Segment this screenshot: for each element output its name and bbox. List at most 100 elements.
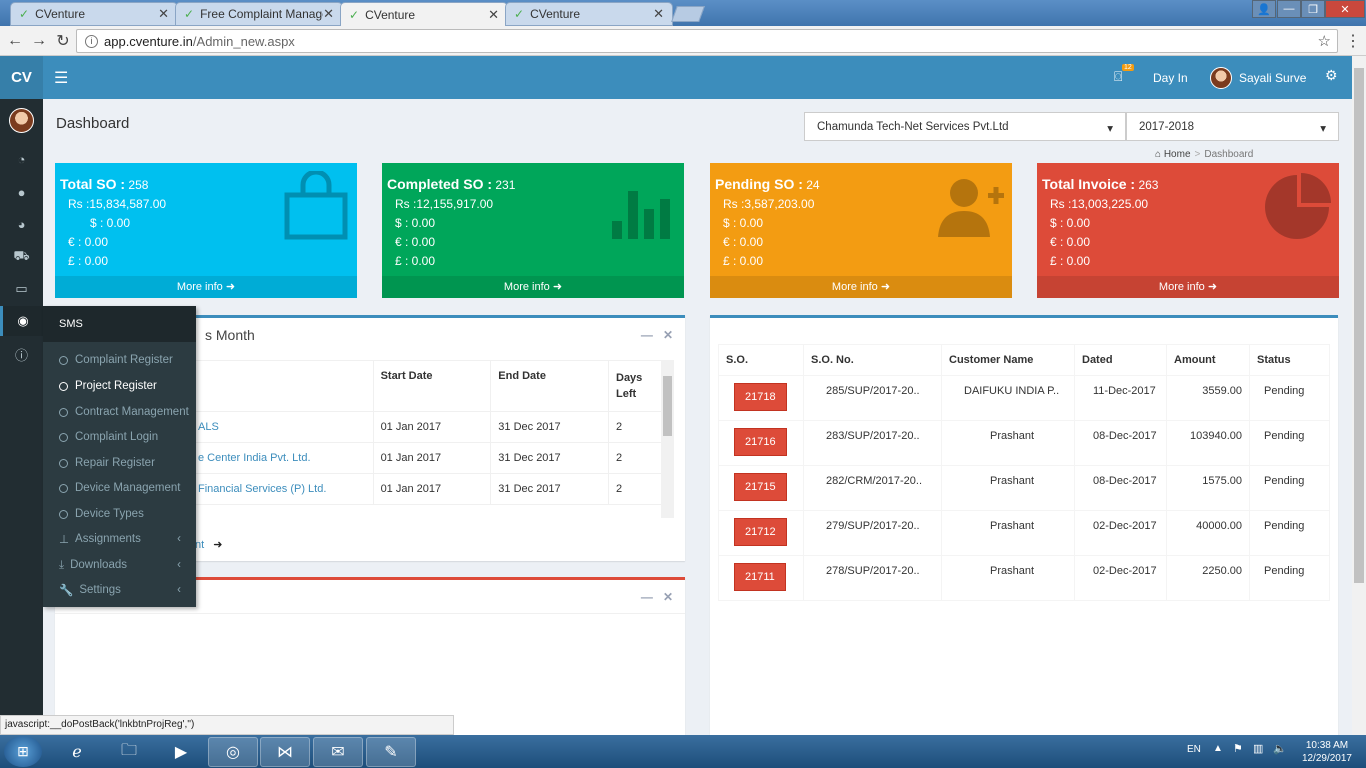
chevron-left-icon: ‹: [177, 584, 181, 596]
box-eur: € : 0.00: [68, 235, 109, 249]
maximize-icon[interactable]: ❐: [1301, 0, 1325, 18]
so-button[interactable]: 21715: [734, 473, 787, 501]
page-scrollbar-thumb[interactable]: [1354, 68, 1364, 583]
bookmark-star-icon[interactable]: ☆: [1318, 32, 1331, 50]
days-left: 2: [608, 411, 663, 443]
menu-item-downloads[interactable]: ⤓ Downloads ‹: [59, 553, 181, 577]
app-logo[interactable]: CV: [0, 56, 43, 99]
minimize-icon[interactable]: —: [1277, 0, 1301, 18]
favicon-check-icon: ✓: [19, 7, 30, 21]
so-button[interactable]: 21716: [734, 428, 787, 456]
menu-item-device-management[interactable]: Device Management: [59, 476, 199, 500]
paint-icon[interactable]: ✎: [366, 737, 416, 767]
forward-icon[interactable]: →: [28, 30, 50, 52]
collapse-icon[interactable]: —: [641, 328, 653, 342]
more-info-link[interactable]: More info ➜: [55, 276, 357, 298]
collapse-icon[interactable]: —: [641, 590, 653, 604]
view-all-link[interactable]: nt ➜: [195, 538, 222, 551]
user-icon[interactable]: ●: [0, 177, 43, 207]
browser-tab[interactable]: ✓ CVenture ✕: [10, 2, 178, 26]
box-title: Completed SO :: [387, 176, 493, 192]
remove-icon[interactable]: ✕: [663, 590, 673, 604]
column-header: S.O. No.: [803, 344, 942, 376]
outlook-icon[interactable]: ✉: [313, 737, 363, 767]
close-tab-icon[interactable]: ✕: [323, 6, 334, 22]
close-tab-icon[interactable]: ✕: [488, 7, 499, 23]
menu-item-project-register[interactable]: Project Register: [59, 374, 189, 398]
app-header: CV ☰ ⌼ 12 Day In Sayali Surve ⚙: [0, 56, 1352, 99]
so-button[interactable]: 21712: [734, 518, 787, 546]
info-circle-icon[interactable]: ⓘ: [0, 339, 43, 369]
more-info-link[interactable]: More info ➜: [1037, 276, 1339, 298]
media-player-icon[interactable]: ▶: [156, 737, 206, 767]
user-plus-icon: [938, 179, 1004, 237]
dashboard-icon[interactable]: ◔: [0, 144, 43, 174]
system-clock[interactable]: 10:38 AM 12/29/2017: [1302, 739, 1352, 765]
shopping-bag-icon: [284, 171, 348, 240]
box-rs: Rs :13,003,225.00: [1050, 197, 1149, 211]
windows-start-icon[interactable]: ⊞: [4, 736, 42, 767]
browser-tab-active[interactable]: ✓ CVenture ✕: [340, 2, 508, 26]
back-icon[interactable]: ←: [4, 30, 26, 52]
sales-orders-table: S.O. S.O. No. Customer Name Dated Amount…: [718, 344, 1330, 601]
flyout-header[interactable]: SMS: [43, 306, 196, 342]
year-select[interactable]: 2017-2018 ▾: [1126, 112, 1339, 141]
so-button[interactable]: 21711: [734, 563, 786, 591]
breadcrumb-home[interactable]: Home: [1164, 149, 1191, 160]
network-icon[interactable]: ▥: [1253, 742, 1263, 755]
box-rs: Rs :15,834,587.00: [68, 197, 167, 211]
remove-icon[interactable]: ✕: [663, 328, 673, 342]
box-count: 258: [128, 178, 149, 192]
credit-card-icon[interactable]: ▭: [0, 274, 43, 304]
show-hidden-icons[interactable]: ▲: [1213, 743, 1223, 754]
so-amount: 40000.00: [1166, 510, 1250, 556]
volume-icon[interactable]: 🔈: [1273, 742, 1287, 755]
so-status: Pending: [1249, 555, 1330, 601]
hamburger-menu-icon[interactable]: ☰: [54, 68, 68, 88]
menu-item-complaint-register[interactable]: Complaint Register: [59, 348, 189, 372]
language-indicator[interactable]: EN: [1187, 744, 1201, 755]
user-avatar[interactable]: [1210, 67, 1232, 89]
day-in-link[interactable]: Day In: [1153, 71, 1188, 85]
customer-name: Prashant: [941, 420, 1075, 466]
so-date: 02-Dec-2017: [1074, 510, 1167, 556]
menu-item-repair-register[interactable]: Repair Register: [59, 451, 189, 475]
user-name[interactable]: Sayali Surve: [1239, 71, 1306, 85]
company-select[interactable]: Chamunda Tech-Net Services Pvt.Ltd ▾: [804, 112, 1126, 141]
menu-item-contract-management[interactable]: Contract Management: [59, 400, 199, 424]
close-tab-icon[interactable]: ✕: [653, 6, 664, 22]
reload-icon[interactable]: ↻: [52, 30, 74, 52]
browser-tab[interactable]: ✓ Free Complaint Manager ✕: [175, 2, 343, 26]
browser-tab-bar: ✓ CVenture ✕ ✓ Free Complaint Manager ✕ …: [0, 0, 1366, 26]
close-tab-icon[interactable]: ✕: [158, 6, 169, 22]
start-date: 01 Jan 2017: [372, 473, 492, 505]
browser-tab[interactable]: ✓ CVenture ✕: [505, 2, 673, 26]
cart-icon[interactable]: ⛟: [0, 242, 43, 272]
url-input[interactable]: i app.cventure.in/Admin_new.aspx ☆: [76, 29, 1338, 53]
internet-explorer-icon[interactable]: ℯ: [52, 737, 102, 767]
gears-icon[interactable]: ⚙: [1325, 67, 1338, 84]
support-icon[interactable]: ◉: [0, 306, 43, 336]
new-tab-button[interactable]: [671, 6, 705, 22]
url-host: app.cventure.in: [104, 33, 193, 49]
more-info-link[interactable]: More info ➜: [382, 276, 684, 298]
chrome-icon[interactable]: ◎: [208, 737, 258, 767]
more-info-link[interactable]: More info ➜: [710, 276, 1012, 298]
browser-menu-icon[interactable]: ⋮: [1342, 30, 1364, 52]
table-scrollbar[interactable]: [661, 360, 674, 518]
menu-item-settings[interactable]: 🔧 Settings ‹: [59, 578, 181, 602]
pie-chart-icon[interactable]: ◕: [0, 209, 43, 239]
menu-item-device-types[interactable]: Device Types: [59, 502, 189, 526]
so-status: Pending: [1249, 420, 1330, 466]
so-button[interactable]: 21718: [734, 383, 787, 411]
menu-item-complaint-login[interactable]: Complaint Login: [59, 425, 189, 449]
close-window-icon[interactable]: ✕: [1325, 0, 1365, 18]
flag-icon[interactable]: ⚑: [1233, 742, 1243, 755]
box-title: Total Invoice :: [1042, 176, 1136, 192]
sidebar: ◔ ● ◕ ⛟ ▭ ◉ ⓘ: [0, 99, 43, 735]
user-profile-icon[interactable]: 👤: [1252, 0, 1276, 18]
camera-icon[interactable]: ⌼: [1114, 68, 1122, 85]
menu-item-assignments[interactable]: ⊥ Assignments ‹: [59, 527, 181, 551]
file-explorer-icon[interactable]: 🗀: [104, 737, 154, 767]
visual-studio-icon[interactable]: ⋈: [260, 737, 310, 767]
